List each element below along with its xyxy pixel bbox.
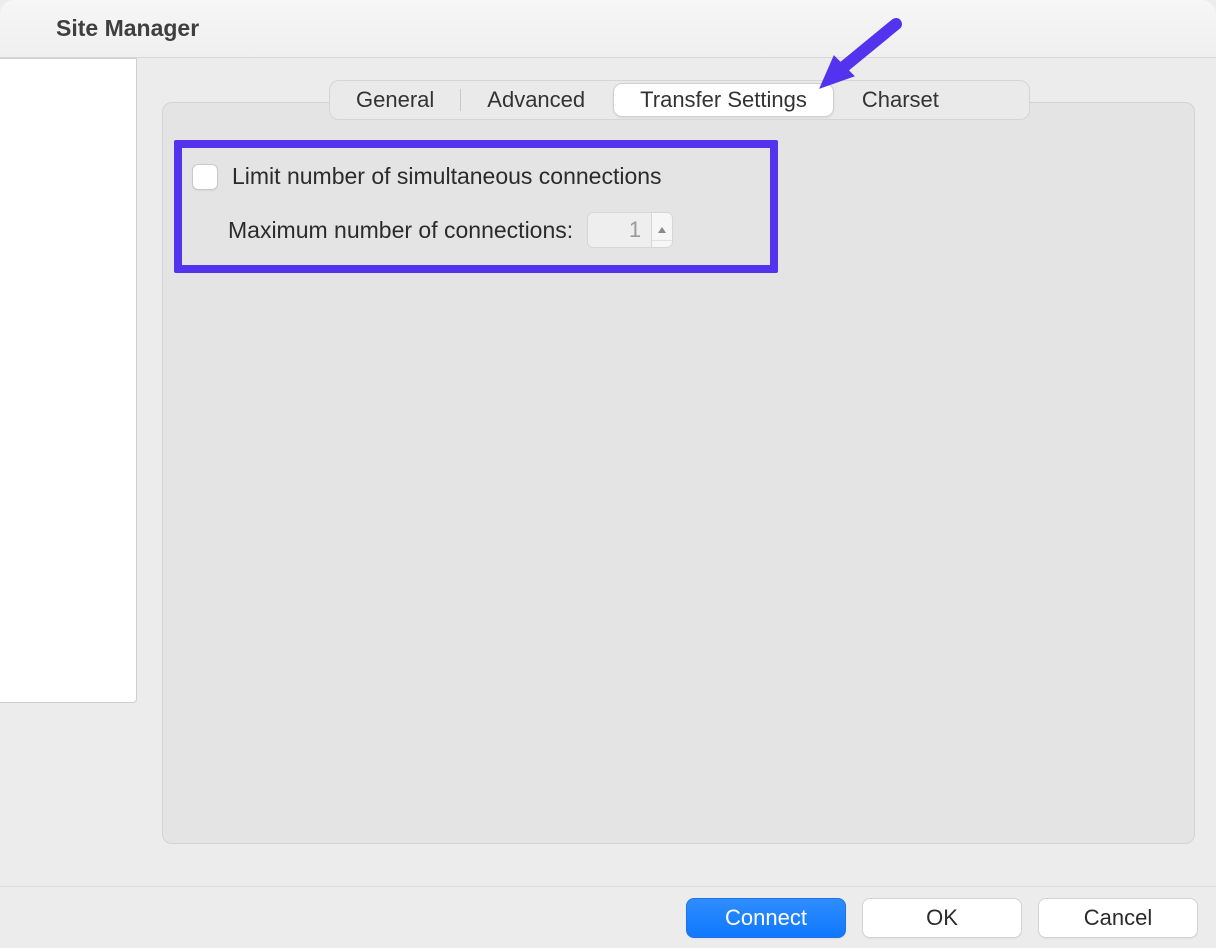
cancel-button[interactable]: Cancel — [1038, 898, 1198, 938]
limit-connections-checkbox[interactable] — [192, 164, 218, 190]
tab-transfer-settings[interactable]: Transfer Settings — [613, 83, 834, 117]
chevron-up-icon — [657, 213, 667, 240]
limit-connections-label: Limit number of simultaneous connections — [232, 163, 662, 190]
tab-general[interactable]: General — [330, 81, 460, 119]
stepper-up-button[interactable] — [652, 213, 672, 241]
stepper-down-button[interactable] — [652, 241, 672, 248]
dialog-footer: Connect OK Cancel — [0, 886, 1216, 948]
limit-connections-row: Limit number of simultaneous connections — [192, 163, 662, 190]
titlebar: Site Manager — [0, 0, 1216, 58]
connect-button[interactable]: Connect — [686, 898, 846, 938]
tab-advanced[interactable]: Advanced — [461, 81, 611, 119]
max-connections-input[interactable]: 1 — [587, 212, 651, 248]
max-connections-row: Maximum number of connections: 1 — [228, 212, 673, 248]
tab-bar: General Advanced Transfer Settings Chars… — [329, 80, 1030, 120]
max-connections-stepper: 1 — [587, 212, 673, 248]
site-list-panel[interactable] — [0, 58, 137, 703]
tab-charset[interactable]: Charset — [836, 81, 965, 119]
stepper-buttons — [651, 212, 673, 248]
chevron-down-icon — [657, 241, 667, 248]
max-connections-label: Maximum number of connections: — [228, 217, 573, 244]
window-title: Site Manager — [56, 15, 199, 42]
ok-button[interactable]: OK — [862, 898, 1022, 938]
